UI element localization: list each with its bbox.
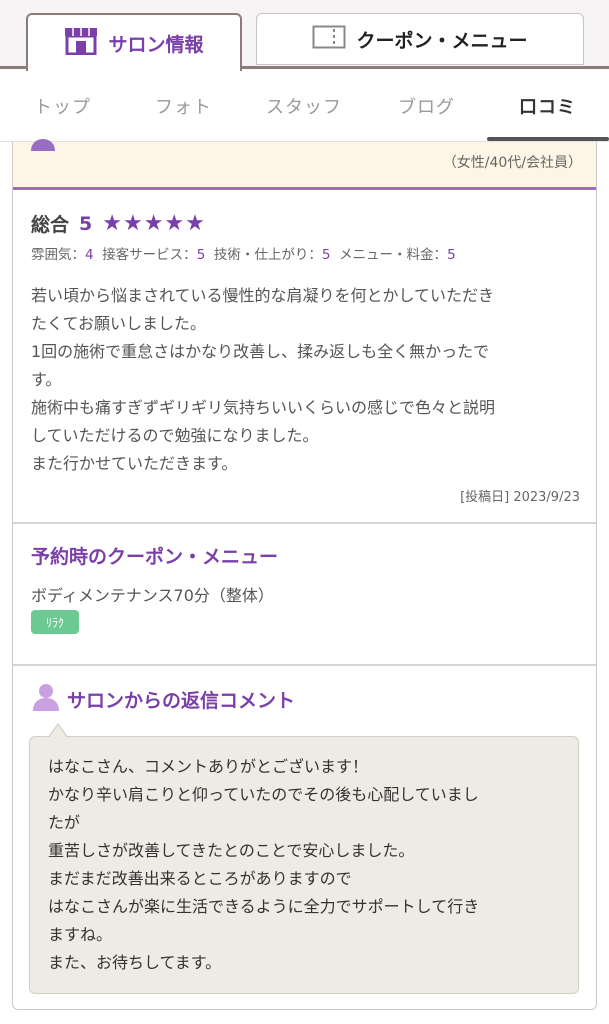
review-line: また行かせていただきます。 bbox=[31, 454, 238, 473]
reviewer-meta: （女性/40代/会社員） bbox=[442, 155, 582, 171]
sub-rating-value: 5 bbox=[321, 247, 331, 263]
sub-rating-label: 接客サービス： bbox=[102, 247, 197, 263]
reply-line: まだまだ改善出来るところがありますので bbox=[48, 869, 352, 888]
salon-avatar-icon bbox=[31, 682, 61, 716]
reply-line: また、お待ちしてます。 bbox=[48, 953, 222, 972]
subnav-staff[interactable]: スタッフ bbox=[266, 93, 342, 119]
overall-rating: 総合 5 ★★★★★ bbox=[31, 210, 206, 237]
reply-line: はなこさんが楽に生活できるように全力でサポートして行き bbox=[48, 897, 480, 916]
reply-line: かなり辛い肩こりと仰っていたのでその後も心配していまし bbox=[48, 785, 479, 804]
subnav-photo[interactable]: フォト bbox=[155, 93, 212, 119]
posted-date: [投稿日] 2023/9/23 bbox=[460, 490, 580, 505]
review-text: 若い頃から悩まされている慢性的な肩凝りを何とかしていただき たくてお願いしました… bbox=[31, 282, 583, 478]
overall-label: 総合 bbox=[31, 214, 70, 236]
reply-text: はなこさん、コメントありがとございます！ かなり辛い肩こりと仰っていたのでその後… bbox=[48, 753, 568, 977]
subnav-blog[interactable]: ブログ bbox=[398, 93, 455, 119]
reviewer-avatar-icon bbox=[29, 136, 57, 155]
sub-rating-label: 雰囲気： bbox=[31, 247, 85, 263]
reply-comment-box: はなこさん、コメントありがとございます！ かなり辛い肩こりと仰っていたのでその後… bbox=[29, 723, 579, 994]
section-divider bbox=[13, 522, 596, 524]
coupon-icon bbox=[312, 25, 346, 54]
star-rating-icon: ★★★★★ bbox=[102, 211, 206, 236]
reply-line: ますね。 bbox=[48, 925, 113, 944]
reply-header: サロンからの返信コメント bbox=[31, 682, 295, 716]
reply-line: はなこさん、コメントありがとございます！ bbox=[48, 757, 369, 776]
top-tab-bar: サロン情報 クーポン・メニュー bbox=[0, 0, 609, 71]
review-line: す。 bbox=[31, 370, 62, 389]
review-line: 若い頃から悩まされている慢性的な肩凝りを何とかしていただき bbox=[31, 286, 495, 305]
overall-value: 5 bbox=[79, 212, 93, 235]
review-line: 施術中も痛すぎずギリギリ気持ちいいくらいの感じで色々と説明 bbox=[31, 398, 496, 417]
review-line: たくてお願いしました。 bbox=[31, 314, 207, 333]
section-divider bbox=[13, 664, 596, 666]
subnav-top[interactable]: トップ bbox=[34, 93, 91, 119]
sub-rating-value: 5 bbox=[196, 247, 206, 263]
tab-salon-info[interactable]: サロン情報 bbox=[26, 13, 242, 71]
reply-line: たが bbox=[48, 813, 81, 832]
subnav-reviews[interactable]: 口コミ bbox=[519, 93, 576, 119]
sub-ratings: 雰囲気：4 接客サービス：5 技術・仕上がり：5 メニュー・料金：5 bbox=[31, 243, 456, 263]
reviewer-header: （女性/40代/会社員） bbox=[13, 139, 596, 190]
tab-coupon-menu-label: クーポン・メニュー bbox=[356, 29, 528, 52]
relax-category-tag: ﾘﾗｸ bbox=[31, 610, 79, 634]
review-card: （女性/40代/会社員） 総合 5 ★★★★★ 雰囲気：4 接客サービス：5 技… bbox=[12, 139, 597, 1010]
shop-icon bbox=[64, 27, 98, 60]
active-tab-indicator bbox=[487, 137, 609, 141]
review-line: 1回の施術で重怠さはかなり改善し、揉み返しも全く無かったで bbox=[31, 342, 490, 361]
tab-salon-info-label: サロン情報 bbox=[108, 33, 204, 56]
tab-coupon-menu[interactable]: クーポン・メニュー bbox=[256, 13, 584, 65]
sub-rating-value: 5 bbox=[447, 247, 456, 263]
sub-rating-label: メニュー・料金： bbox=[339, 247, 448, 263]
coupon-name: ボディメンテナンス70分（整体） bbox=[31, 586, 274, 605]
sub-rating-value: 4 bbox=[85, 247, 94, 263]
reply-line: 重苦しさが改善してきたとのことで安心しました。 bbox=[48, 841, 415, 860]
sub-navigation: トップ フォト スタッフ ブログ 口コミ bbox=[0, 69, 609, 142]
review-line: していただけるので勉強になりました。 bbox=[31, 426, 319, 445]
coupon-section-title: 予約時のクーポン・メニュー bbox=[31, 546, 279, 568]
reply-title: サロンからの返信コメント bbox=[67, 689, 296, 712]
sub-rating-label: 技術・仕上がり： bbox=[213, 247, 322, 263]
